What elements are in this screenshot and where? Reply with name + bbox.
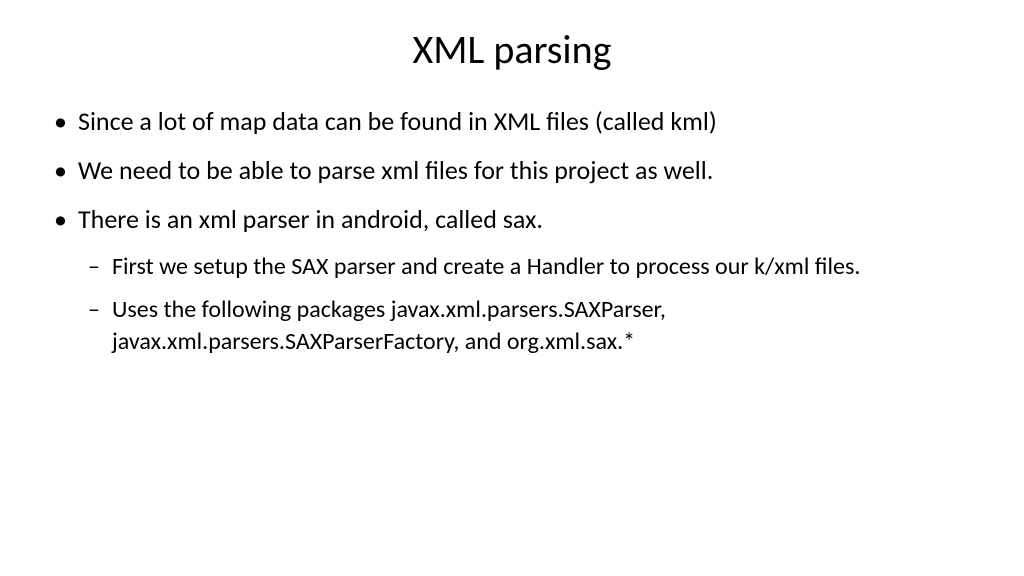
bullet-list: Since a lot of map data can be found in …: [50, 104, 974, 357]
slide-title: XML parsing: [50, 25, 974, 74]
bullet-level1: We need to be able to parse xml files fo…: [50, 153, 974, 188]
bullet-level2: Uses the following packages javax.xml.pa…: [50, 294, 974, 356]
bullet-level2: First we setup the SAX parser and create…: [50, 251, 974, 282]
bullet-level1: Since a lot of map data can be found in …: [50, 104, 974, 139]
bullet-level1: There is an xml parser in android, calle…: [50, 202, 974, 237]
